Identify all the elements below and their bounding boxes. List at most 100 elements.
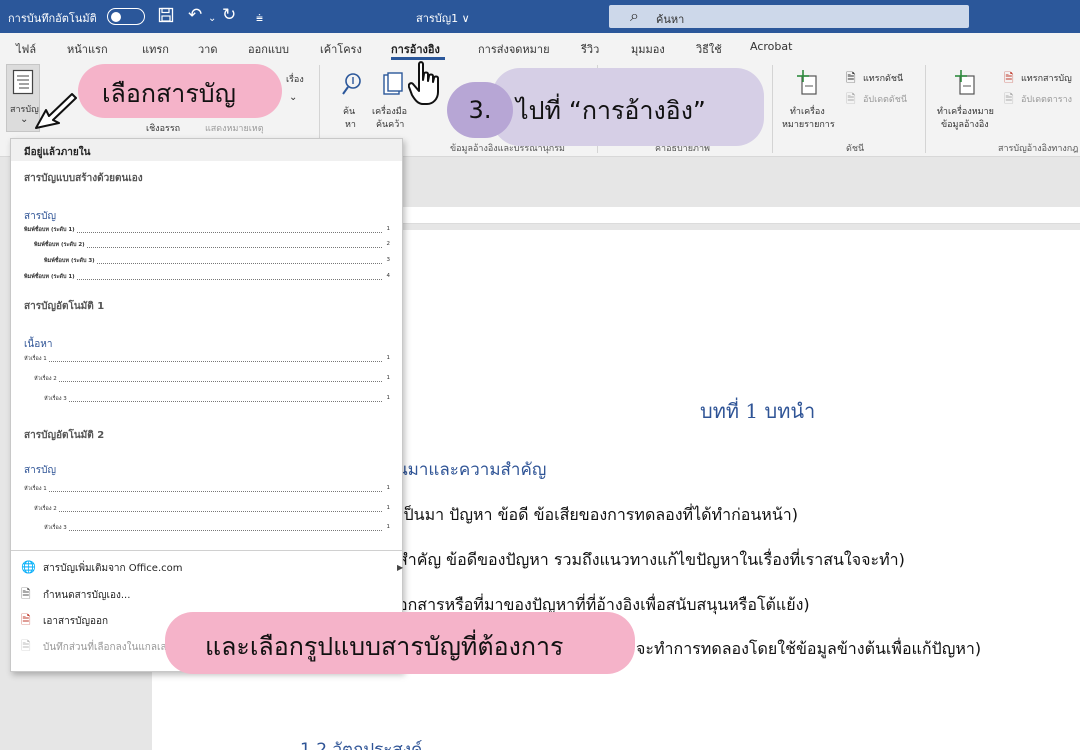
mark-entry-label-bottom: หมายรายการ — [782, 120, 835, 130]
tab-help[interactable]: วิธีใช้ — [696, 40, 722, 58]
submenu-arrow-icon: ▶ — [397, 563, 404, 572]
document-icon: 🗎 — [21, 587, 31, 601]
tab-home[interactable]: หน้าแรก — [67, 40, 108, 58]
search-label-bottom: หา — [345, 120, 356, 130]
entry-label: พิมพ์ชื่อบท (ระดับ 1) — [24, 273, 77, 281]
search-box[interactable]: ⌕ ค้นหา — [609, 5, 969, 28]
auto-toc-1-section-label: สารบัญอัตโนมัติ 1 — [24, 301, 105, 312]
section-subheading: นมาและความสำคัญ — [396, 460, 547, 480]
update-toa-icon[interactable]: 🗎 — [1004, 90, 1014, 111]
manual-toc-entry[interactable]: พิมพ์ชื่อบท (ระดับ 1) 4 — [24, 273, 390, 283]
manual-toc-entry[interactable]: พิมพ์ชื่อบท (ระดับ 1) 1 — [24, 226, 390, 236]
autosave-toggle[interactable] — [107, 8, 145, 25]
tab-file[interactable]: ไฟล์ — [16, 40, 36, 58]
auto-toc-2-entry[interactable]: หัวเรื่อง 3 1 — [44, 524, 390, 534]
tab-view[interactable]: มุมมอง — [631, 40, 665, 58]
footnotes-label: เชิงอรรถ — [146, 124, 181, 134]
goto-references-callout-text: ไปที่ “การอ้างอิง” — [516, 96, 706, 125]
undo-dropdown-icon[interactable]: ⌄ — [208, 9, 216, 29]
document-title[interactable]: สารบัญ1 ∨ — [416, 9, 470, 27]
manual-toc-entry[interactable]: พิมพ์ชื่อบท (ระดับ 3) 3 — [44, 257, 390, 267]
choose-format-callout-text: และเลือกรูปแบบสารบัญที่ต้องการ — [205, 632, 564, 661]
tab-layout[interactable]: เค้าโครง — [320, 40, 362, 58]
entry-label: พิมพ์ชื่อบท (ระดับ 2) — [34, 241, 87, 249]
show-notes-button[interactable]: แสดงหมายเหตุ — [205, 121, 264, 135]
search-ribbon-icon[interactable] — [342, 72, 364, 101]
title-bar: การบันทึกอัตโนมัติ ↶ ⌄ ↻ ⩧ สารบัญ1 ∨ ⌕ ค… — [0, 0, 1080, 33]
manual-toc-title[interactable]: สารบัญ — [24, 209, 56, 224]
mark-entry-icon[interactable] — [796, 70, 820, 101]
auto-toc-2-title[interactable]: สารบัญ — [24, 463, 56, 478]
entry-label: หัวเรื่อง 2 — [34, 505, 59, 513]
auto-toc-2-entry[interactable]: หัวเรื่อง 2 1 — [34, 505, 390, 515]
tab-mailings[interactable]: การส่งจดหมาย — [478, 40, 550, 58]
select-toc-callout: เลือกสารบัญ — [78, 64, 282, 118]
chapter-heading: บทที่ 1 บทนำ — [700, 399, 816, 423]
update-index-icon[interactable]: 🗎 — [846, 90, 856, 111]
tab-acrobat[interactable]: Acrobat — [750, 40, 792, 53]
insert-toa-icon[interactable]: 🗎 — [1004, 69, 1014, 90]
entry-label: หัวเรื่อง 1 — [24, 485, 49, 493]
researcher-label-bottom: ค้นคว้า — [376, 120, 405, 130]
group-separator — [925, 65, 926, 153]
toc-chevron-icon: ⌄ — [20, 114, 29, 125]
auto-toc-2-section-label: สารบัญอัตโนมัติ 2 — [24, 430, 105, 441]
mark-citation-icon[interactable] — [954, 70, 978, 101]
customize-toolbar-icon[interactable]: ⩧ — [256, 8, 263, 28]
mark-citation-label-top: ทำเครื่องหมาย — [937, 107, 994, 117]
index-group-label: ดัชนี — [846, 144, 865, 154]
tab-design[interactable]: ออกแบบ — [248, 40, 289, 58]
toa-group-label: สารบัญอ้างอิงทางกฎ — [998, 144, 1079, 154]
insert-index-label[interactable]: แทรกดัชนี — [863, 71, 903, 85]
mark-entry-label-top: ทำเครื่อง — [790, 107, 825, 117]
entry-label: หัวเรื่อง 3 — [44, 395, 69, 403]
remove-toc-label: เอาสารบัญออก — [43, 616, 109, 627]
entry-label: พิมพ์ชื่อบท (ระดับ 1) — [24, 226, 77, 234]
tab-review[interactable]: รีวิว — [581, 40, 599, 58]
entry-page: 2 — [386, 241, 391, 247]
auto-toc-2-entry[interactable]: หัวเรื่อง 1 1 — [24, 485, 390, 495]
researcher-label-top: เครื่องมือ — [372, 107, 408, 117]
next-section-heading: 1.2 วัตถุประสงค์ — [300, 740, 423, 750]
search-placeholder: ค้นหา — [656, 13, 685, 26]
select-toc-callout-text: เลือกสารบัญ — [102, 79, 236, 108]
remove-toc-item[interactable]: 🗎 เอาสารบัญออก — [21, 611, 108, 629]
save-icon[interactable] — [158, 5, 174, 28]
researcher-icon[interactable] — [382, 72, 404, 101]
insert-toa-label[interactable]: แทรกสารบัญ — [1021, 71, 1072, 85]
insert-index-icon[interactable]: 🗎 — [846, 69, 856, 90]
entry-label: พิมพ์ชื่อบท (ระดับ 3) — [44, 257, 97, 265]
search-label-top: ค้น — [343, 107, 356, 117]
custom-toc-label: กำหนดสารบัญเอง... — [43, 590, 131, 601]
entry-page: 1 — [386, 485, 391, 491]
redo-icon[interactable]: ↻ — [222, 5, 236, 25]
add-text-label[interactable]: เรื่อง — [286, 72, 304, 86]
mark-citation-label-bottom: ข้อมูลอ้างอิง — [941, 120, 989, 130]
body-line-1: เป็นมา ปัญหา ข้อดี ข้อเสียของการทดลองที่… — [398, 505, 799, 524]
update-index-label[interactable]: อัปเดตดัชนี — [863, 92, 907, 106]
auto-toc-1-entry[interactable]: หัวเรื่อง 3 1 — [44, 395, 390, 405]
tab-draw[interactable]: วาด — [198, 40, 218, 58]
auto-toc-1-entry[interactable]: หัวเรื่อง 2 1 — [34, 375, 390, 385]
save-selection-item[interactable]: 🗎 บันทึกส่วนที่เลือกลงในแกลเลอรี — [21, 637, 178, 655]
auto-toc-1-entry[interactable]: หัวเรื่อง 1 1 — [24, 355, 390, 365]
entry-page: 1 — [386, 375, 391, 381]
step-number-badge: 3. — [447, 82, 513, 138]
menu-divider — [11, 550, 402, 551]
hand-pointer-icon — [407, 60, 446, 114]
builtin-header: มีอยู่แล้วภายใน — [11, 139, 402, 161]
entry-label: หัวเรื่อง 2 — [34, 375, 59, 383]
more-toc-office-item[interactable]: 🌐 สารบัญเพิ่มเติมจาก Office.com — [21, 560, 183, 578]
manual-toc-entry[interactable]: พิมพ์ชื่อบท (ระดับ 2) 2 — [34, 241, 390, 251]
tab-references[interactable]: การอ้างอิง — [391, 40, 440, 58]
arrow-cursor-icon — [32, 90, 82, 140]
choose-format-callout: และเลือกรูปแบบสารบัญที่ต้องการ — [165, 612, 635, 674]
entry-page: 1 — [386, 524, 391, 530]
tab-insert[interactable]: แทรก — [142, 40, 169, 58]
auto-toc-1-title[interactable]: เนื้อหา — [24, 337, 52, 352]
custom-toc-item[interactable]: 🗎 กำหนดสารบัญเอง... — [21, 585, 130, 603]
undo-icon[interactable]: ↶ — [188, 5, 202, 25]
update-toa-label[interactable]: อัปเดตตาราง — [1021, 92, 1072, 106]
entry-page: 1 — [386, 226, 391, 232]
goto-references-callout: ไปที่ “การอ้างอิง” — [492, 68, 764, 146]
